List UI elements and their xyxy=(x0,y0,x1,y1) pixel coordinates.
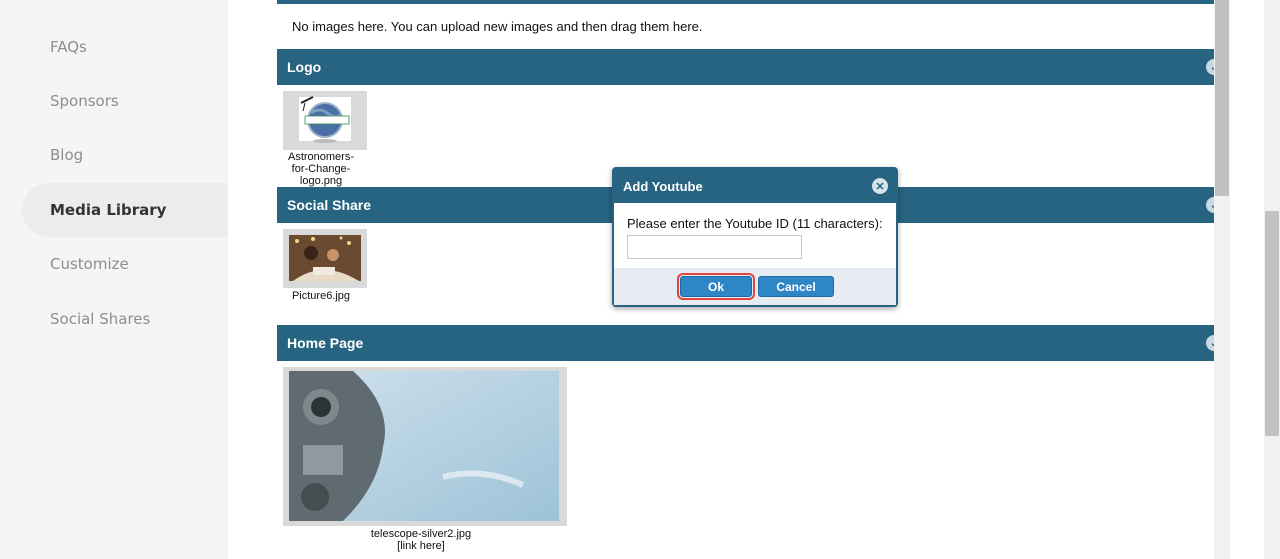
section-header-logo[interactable]: Logo ⌄ xyxy=(277,49,1222,85)
cancel-button[interactable]: Cancel xyxy=(758,276,834,297)
dialog-title: Add Youtube xyxy=(623,178,703,194)
scrollbar-thumb[interactable] xyxy=(1215,0,1229,196)
sidebar-item-customize[interactable]: Customize xyxy=(22,237,228,291)
filename-line: logo.png xyxy=(299,175,343,187)
filename-line: Picture6.jpg xyxy=(291,290,351,302)
media-filename: Picture6.jpg xyxy=(283,290,359,302)
add-youtube-dialog: Add Youtube ✕ Please enter the Youtube I… xyxy=(612,167,898,307)
media-thumbnail-picture6[interactable] xyxy=(283,229,367,288)
telescope-photo xyxy=(283,367,567,526)
filename-line: for-Change- xyxy=(291,163,351,175)
youtube-id-prompt: Please enter the Youtube ID (11 characte… xyxy=(627,216,883,231)
section-title: Logo xyxy=(287,59,322,75)
panel-scrollbar[interactable] xyxy=(1214,0,1230,559)
logo-image xyxy=(283,91,367,150)
link-here[interactable]: [link here] xyxy=(283,540,559,552)
photo-image xyxy=(283,229,367,288)
sidebar: FAQs Sponsors Blog Media Library Customi… xyxy=(0,0,228,559)
section-title: Home Page xyxy=(287,335,364,351)
dialog-footer: Ok Cancel xyxy=(614,268,896,305)
filename-line: telescope-silver2.jpg xyxy=(370,528,472,540)
media-thumbnail-telescope[interactable] xyxy=(283,367,567,526)
sidebar-item-faqs[interactable]: FAQs xyxy=(22,20,228,74)
sidebar-item-social-shares[interactable]: Social Shares xyxy=(22,292,228,346)
section-top-border xyxy=(277,0,1214,4)
sidebar-item-media-library[interactable]: Media Library xyxy=(22,183,228,237)
sidebar-item-blog[interactable]: Blog xyxy=(22,128,228,182)
empty-folder-message: No images here. You can upload new image… xyxy=(292,19,703,34)
page-scrollbar[interactable] xyxy=(1264,0,1280,559)
youtube-id-input[interactable] xyxy=(627,235,802,259)
media-filename: telescope-silver2.jpg [link here] xyxy=(283,528,559,552)
sidebar-item-sponsors[interactable]: Sponsors xyxy=(22,74,228,128)
media-thumbnail-logo[interactable] xyxy=(283,91,367,150)
scrollbar-thumb[interactable] xyxy=(1265,211,1279,436)
section-header-home-page[interactable]: Home Page ⌄ xyxy=(277,325,1222,361)
ok-button[interactable]: Ok xyxy=(677,273,755,300)
close-icon[interactable]: ✕ xyxy=(872,178,888,194)
filename-line: Astronomers- xyxy=(287,151,355,163)
section-title: Social Share xyxy=(287,197,372,213)
dialog-titlebar: Add Youtube ✕ xyxy=(614,169,896,203)
media-filename: Astronomers- for-Change- logo.png xyxy=(283,151,359,187)
